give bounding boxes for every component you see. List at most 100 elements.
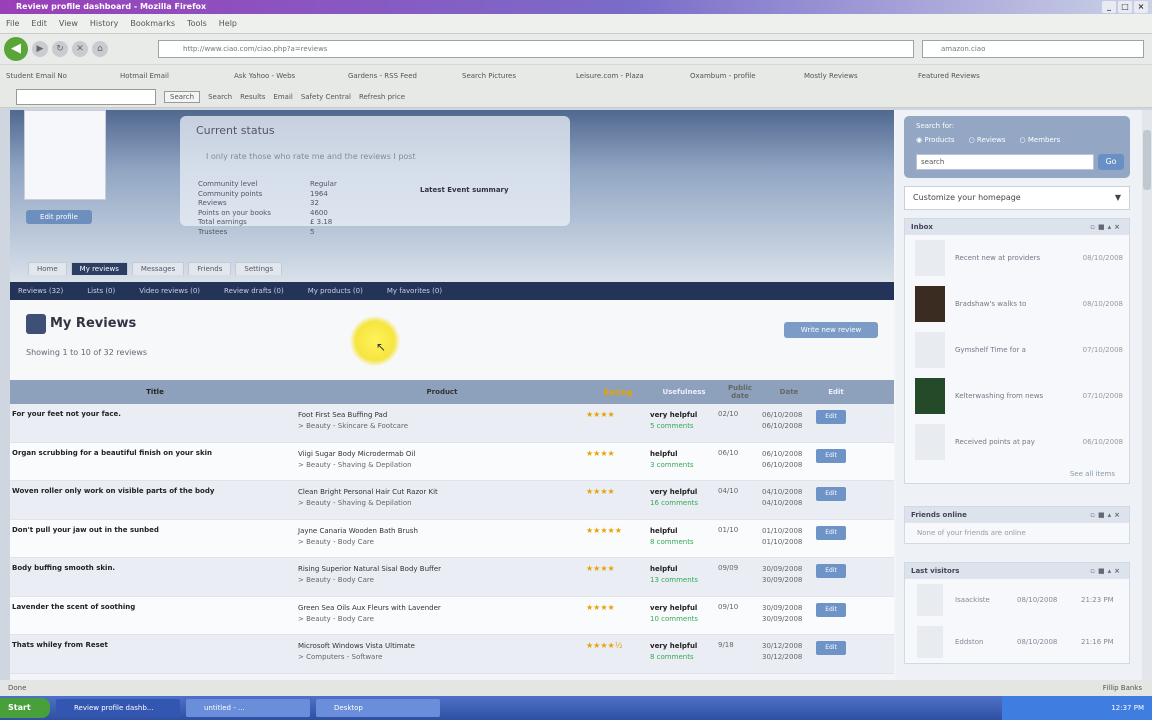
stop-icon[interactable]: ✕ xyxy=(72,41,88,57)
edit-review-button[interactable]: Edit xyxy=(816,487,846,501)
customize-homepage-dropdown[interactable]: Customize your homepage ▼ xyxy=(904,186,1130,210)
taskbar-item[interactable]: Review profile dashb... xyxy=(56,699,180,717)
menu-file[interactable]: File xyxy=(6,19,19,28)
toolbar-item[interactable]: Results xyxy=(240,93,265,101)
column-header[interactable]: Rating xyxy=(586,388,650,397)
inbox-item[interactable]: Received points at pay 06/10/2008 xyxy=(905,419,1129,465)
radio-members[interactable]: ○ Members xyxy=(1020,136,1061,144)
bookmark-item[interactable]: Leisure.com - Plaza xyxy=(576,72,682,80)
review-title-link[interactable]: Organ scrubbing for a beautiful finish o… xyxy=(10,449,298,457)
subnav-item[interactable]: Lists (0) xyxy=(87,287,115,295)
taskbar-item[interactable]: Desktop xyxy=(316,699,440,717)
menu-edit[interactable]: Edit xyxy=(31,19,47,28)
page-scrollbar[interactable] xyxy=(1142,110,1152,680)
product-link[interactable]: Foot First Sea Buffing Pad xyxy=(298,411,387,419)
bookmark-item[interactable]: Featured Reviews xyxy=(918,72,1024,80)
toolbar-search-button[interactable]: Search xyxy=(164,90,201,103)
write-review-button[interactable]: Write new review xyxy=(784,322,878,338)
bookmark-item[interactable]: Search Pictures xyxy=(462,72,568,80)
panel-controls-icon[interactable]: ▫■▴× xyxy=(1090,563,1123,579)
inbox-item[interactable]: Gymshelf Time for a 07/10/2008 xyxy=(905,327,1129,373)
site-search-button[interactable]: Go xyxy=(1098,154,1124,170)
menu-tools[interactable]: Tools xyxy=(187,19,207,28)
column-header[interactable]: Usefulness xyxy=(650,387,718,398)
comments-link[interactable]: 5 comments xyxy=(650,422,694,430)
bookmark-item[interactable]: Hotmail Email xyxy=(120,72,226,80)
edit-review-button[interactable]: Edit xyxy=(816,410,846,424)
comments-link[interactable]: 16 comments xyxy=(650,499,698,507)
product-link[interactable]: Jayne Canaria Wooden Bath Brush xyxy=(298,527,418,535)
subnav-item[interactable]: Video reviews (0) xyxy=(139,287,200,295)
menu-view[interactable]: View xyxy=(59,19,78,28)
menu-history[interactable]: History xyxy=(90,19,118,28)
comments-link[interactable]: 8 comments xyxy=(650,653,694,661)
reload-icon[interactable]: ↻ xyxy=(52,41,68,57)
close-icon[interactable]: × xyxy=(1134,1,1148,13)
subnav-item[interactable]: My favorites (0) xyxy=(387,287,442,295)
subnav-item[interactable]: Review drafts (0) xyxy=(224,287,284,295)
home-icon[interactable]: ⌂ xyxy=(92,41,108,57)
toolbar-item[interactable]: Refresh price xyxy=(359,93,405,101)
tab-my-reviews[interactable]: My reviews xyxy=(70,262,128,275)
edit-review-button[interactable]: Edit xyxy=(816,448,846,463)
product-link[interactable]: Microsoft Windows Vista Ultimate xyxy=(298,642,415,650)
product-link[interactable]: Clean Bright Personal Hair Cut Razor Kit xyxy=(298,488,438,496)
visitor-item[interactable]: Eddston 08/10/2008 21:16 PM xyxy=(905,621,1129,663)
site-search-input[interactable]: search xyxy=(916,154,1094,170)
toolbar-item[interactable]: Search xyxy=(208,93,232,101)
event-summary-link[interactable]: Latest Event summary xyxy=(420,186,509,194)
bookmark-item[interactable]: Oxambum - profile xyxy=(690,72,796,80)
subnav-item[interactable]: Reviews (32) xyxy=(18,287,63,295)
edit-review-button[interactable]: Edit xyxy=(816,602,846,617)
review-title-link[interactable]: Body buffing smooth skin. xyxy=(10,564,298,572)
comments-link[interactable]: 3 comments xyxy=(650,461,694,469)
comments-link[interactable]: 13 comments xyxy=(650,576,698,584)
inbox-item[interactable]: Kelterwashing from news 07/10/2008 xyxy=(905,373,1129,419)
bookmark-item[interactable]: Gardens - RSS Feed xyxy=(348,72,454,80)
review-title-link[interactable]: Thats whiley from Reset xyxy=(10,641,298,649)
column-header[interactable]: Date xyxy=(762,387,816,398)
tab-settings[interactable]: Settings xyxy=(235,262,283,275)
subnav-item[interactable]: My products (0) xyxy=(308,287,363,295)
back-icon[interactable]: ◀ xyxy=(4,37,28,61)
edit-review-button[interactable]: Edit xyxy=(816,525,846,540)
address-bar[interactable]: http://www.ciao.com/ciao.php?a=reviews xyxy=(158,40,914,58)
inbox-item[interactable]: Bradshaw's walks to 08/10/2008 xyxy=(905,281,1129,327)
comments-link[interactable]: 10 comments xyxy=(650,615,698,623)
bookmark-item[interactable]: Mostly Reviews xyxy=(804,72,910,80)
scrollbar-thumb[interactable] xyxy=(1143,130,1151,190)
radio-products[interactable]: ◉ Products xyxy=(916,136,955,144)
edit-profile-button[interactable]: Edit profile xyxy=(26,210,92,224)
tab-home[interactable]: Home xyxy=(28,262,67,275)
review-title-link[interactable]: Don't pull your jaw out in the sunbed xyxy=(10,526,298,534)
comments-link[interactable]: 8 comments xyxy=(650,538,694,546)
product-link[interactable]: Green Sea Oils Aux Fleurs with Lavender xyxy=(298,604,441,612)
tab-friends[interactable]: Friends xyxy=(188,262,232,275)
review-title-link[interactable]: For your feet not your face. xyxy=(10,410,298,418)
edit-review-button[interactable]: Edit xyxy=(816,564,846,578)
bookmark-item[interactable]: Student Email No xyxy=(6,72,112,80)
menu-bookmarks[interactable]: Bookmarks xyxy=(130,19,175,28)
column-header[interactable]: Product xyxy=(298,387,586,398)
product-link[interactable]: Rising Superior Natural Sisal Body Buffe… xyxy=(298,565,441,573)
review-title-link[interactable]: Woven roller only work on visible parts … xyxy=(10,487,298,495)
column-header[interactable]: Title xyxy=(10,388,298,396)
inbox-item[interactable]: Recent new at providers 08/10/2008 xyxy=(905,235,1129,281)
taskbar-item[interactable]: untitled - ... xyxy=(186,699,310,717)
panel-controls-icon[interactable]: ▫■▴× xyxy=(1090,219,1123,235)
toolbar-search-input[interactable] xyxy=(16,88,156,105)
bookmark-item[interactable]: Ask Yahoo - Webs xyxy=(234,72,340,80)
minimize-icon[interactable]: _ xyxy=(1102,1,1116,13)
review-title-link[interactable]: Lavender the scent of soothing xyxy=(10,603,298,611)
visitor-item[interactable]: Isaackiste 08/10/2008 21:23 PM xyxy=(905,579,1129,621)
toolbar-item[interactable]: Safety Central xyxy=(301,93,351,101)
edit-review-button[interactable]: Edit xyxy=(816,641,846,655)
panel-controls-icon[interactable]: ▫■▴× xyxy=(1090,507,1123,523)
toolbar-item[interactable]: Email xyxy=(273,93,292,101)
tab-messages[interactable]: Messages xyxy=(131,262,185,275)
menu-help[interactable]: Help xyxy=(219,19,237,28)
product-link[interactable]: Viigi Sugar Body Microdermab Oil xyxy=(298,450,415,458)
radio-reviews[interactable]: ○ Reviews xyxy=(969,136,1006,144)
maximize-icon[interactable]: □ xyxy=(1118,1,1132,13)
column-header[interactable]: Public date xyxy=(718,384,762,400)
